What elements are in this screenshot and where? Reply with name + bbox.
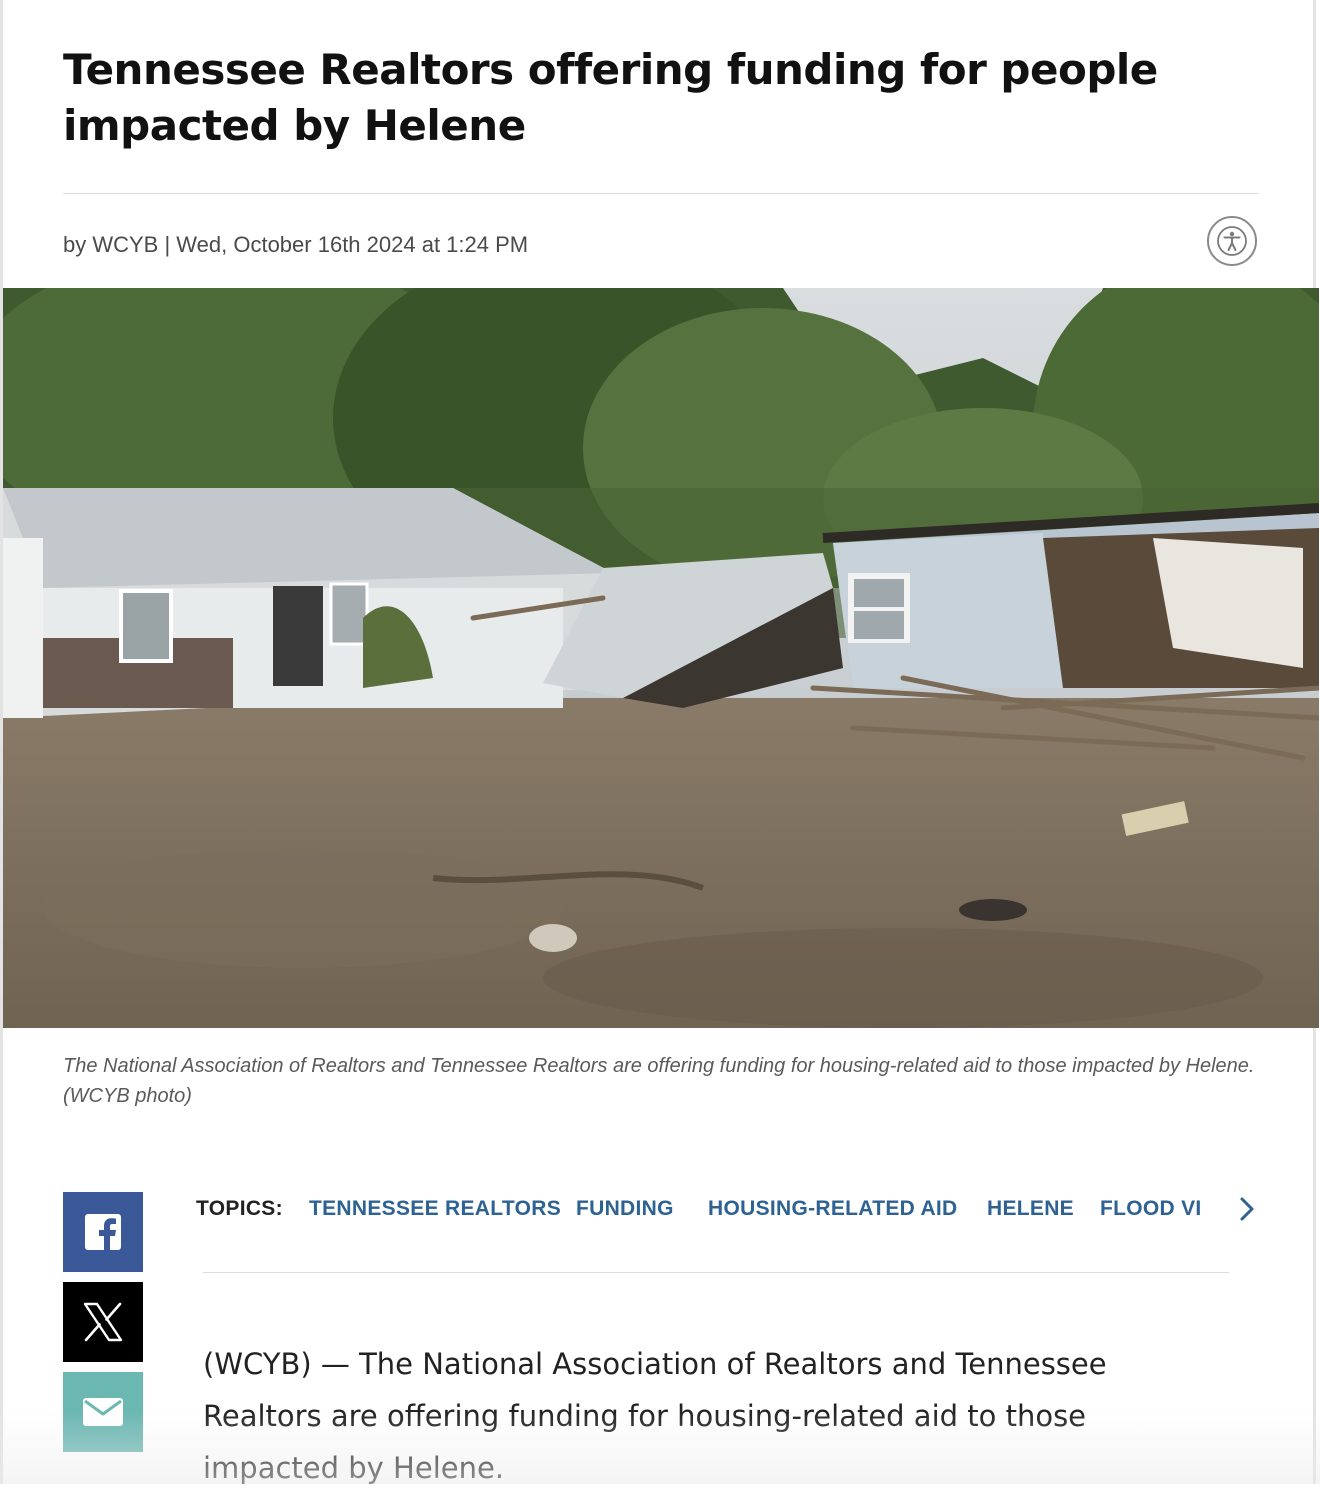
email-share-button[interactable]	[63, 1372, 143, 1452]
topic-link-tennessee-realtors[interactable]: TENNESSEE REALTORS	[309, 1197, 561, 1221]
topic-link-housing-related-aid[interactable]: HOUSING-RELATED AID	[708, 1197, 958, 1221]
topics-divider	[203, 1272, 1229, 1273]
headline-divider	[63, 193, 1259, 194]
accessibility-icon	[1217, 226, 1247, 256]
photo-caption: The National Association of Realtors and…	[63, 1055, 1255, 1107]
facebook-share-button[interactable]	[63, 1192, 143, 1272]
byline: by WCYB | Wed, October 16th 2024 at 1:24…	[63, 232, 529, 257]
topics-bar: TOPICS: TENNESSEE REALTORS FUNDING HOUSI…	[196, 1190, 1266, 1228]
article-headline: Tennessee Realtors offering funding for …	[63, 45, 1158, 150]
topic-link-helene[interactable]: HELENE	[987, 1197, 1074, 1221]
accessibility-button[interactable]	[1207, 216, 1257, 266]
topic-link-funding[interactable]: FUNDING	[576, 1197, 674, 1221]
x-icon	[83, 1302, 123, 1342]
chevron-right-icon	[1240, 1197, 1254, 1221]
hero-photo	[3, 288, 1319, 1028]
facebook-icon	[85, 1214, 121, 1252]
mail-icon	[83, 1398, 123, 1426]
x-share-button[interactable]	[63, 1282, 143, 1362]
topics-label: TOPICS:	[196, 1197, 283, 1220]
article-body-paragraph: (WCYB) — The National Association of Rea…	[203, 1347, 1107, 1485]
topic-link-flood[interactable]: FLOOD VI	[1100, 1197, 1202, 1221]
topics-next-button[interactable]	[1230, 1190, 1264, 1228]
